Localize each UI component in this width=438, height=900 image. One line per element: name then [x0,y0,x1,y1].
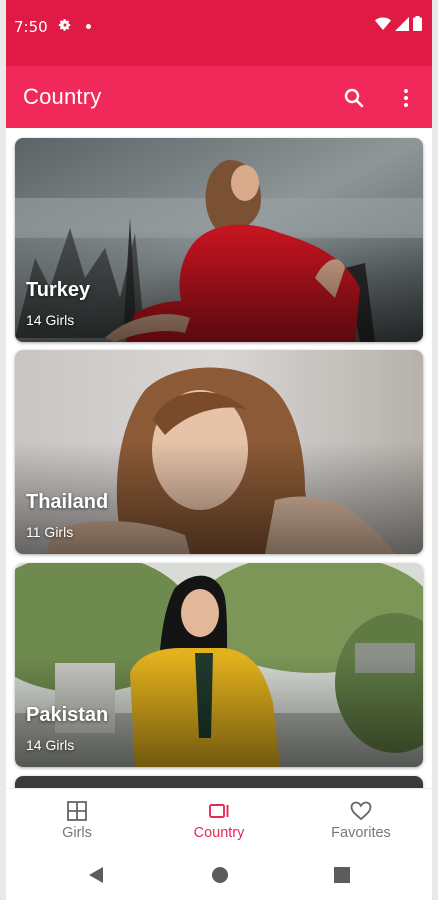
nav-item-country[interactable]: Country [148,789,290,851]
nav-label: Favorites [331,825,391,841]
nav-label: Girls [62,825,92,841]
nav-label: Country [193,825,245,841]
country-count: 14 Girls [26,737,75,753]
more-vert-icon[interactable] [394,86,418,110]
country-photo [15,138,423,342]
country-count: 11 Girls [26,524,74,540]
system-navigation-bar [6,850,432,900]
country-card-pakistan[interactable]: Pakistan 14 Girls [15,563,423,767]
battery-icon [413,16,422,31]
country-photo [15,350,423,554]
country-photo [15,563,423,767]
status-icons [375,16,422,31]
settings-gear-icon [58,19,71,31]
country-card-partial[interactable] [15,776,423,788]
notification-dot-icon [86,24,91,29]
country-name: Thailand [26,491,109,513]
wifi-icon [375,17,391,30]
status-time: 7:50 [14,18,48,36]
nav-item-girls[interactable]: Girls [6,789,148,851]
app-frame: 7:50 Country Turkey 14 Girls Thailand 11… [6,0,432,900]
page-title: Country [23,84,102,109]
country-name: Turkey [26,279,91,301]
bottom-navigation: Girls Country Favorites [6,788,432,850]
nav-item-favorites[interactable]: Favorites [290,789,432,851]
grid-icon [67,801,87,821]
search-icon[interactable] [342,86,366,110]
back-icon[interactable] [88,866,104,884]
country-count: 14 Girls [26,312,75,328]
country-card-thailand[interactable]: Thailand 11 Girls [15,350,423,554]
home-icon[interactable] [211,866,229,884]
app-bar: Country [6,66,432,128]
heart-icon [350,801,372,821]
status-bar: 7:50 [6,0,432,66]
cell-signal-icon [395,16,409,31]
recents-icon[interactable] [334,867,350,883]
country-list[interactable]: Turkey 14 Girls Thailand 11 Girls Pakist… [6,128,432,788]
country-card-turkey[interactable]: Turkey 14 Girls [15,138,423,342]
country-icon [209,804,229,818]
country-name: Pakistan [26,704,109,726]
